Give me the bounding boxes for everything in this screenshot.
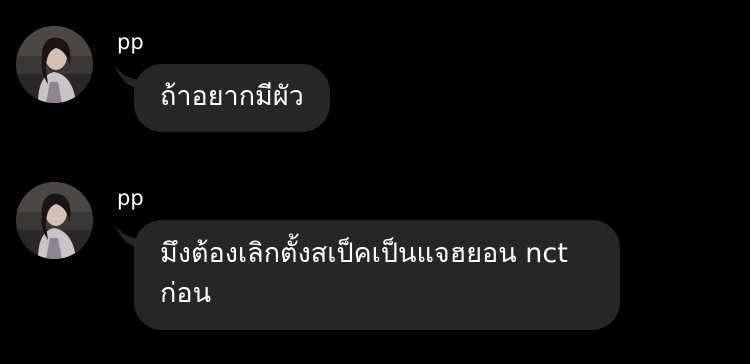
message-bubble[interactable]: มึงต้องเลิกตั้งสเป็คเป็นแจฮยอน nct ก่อน xyxy=(134,220,620,330)
profile-photo-icon xyxy=(16,26,93,103)
sender-name: pp xyxy=(117,30,144,54)
message-text: มึงต้องเลิกตั้งสเป็คเป็นแจฮยอน nct ก่อน xyxy=(160,238,568,309)
avatar[interactable] xyxy=(16,182,93,259)
message-bubble[interactable]: ถ้าอยากมีผัว xyxy=(134,64,330,132)
message-text: ถ้าอยากมีผัว xyxy=(160,81,304,112)
avatar[interactable] xyxy=(16,26,93,103)
sender-name: pp xyxy=(117,186,144,210)
profile-photo-icon xyxy=(16,182,93,259)
